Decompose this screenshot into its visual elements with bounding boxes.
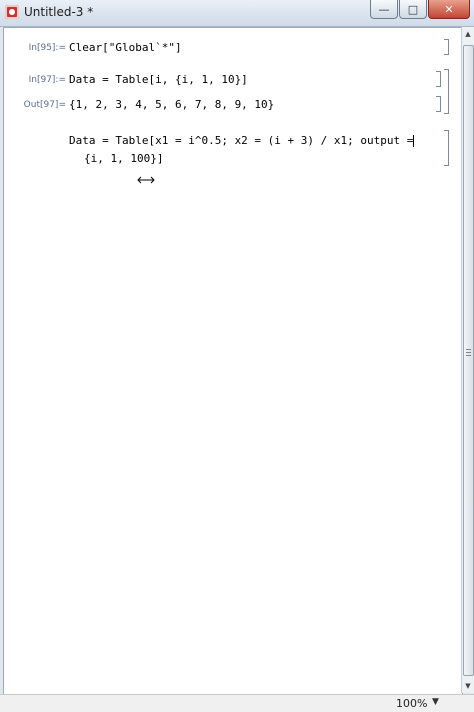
grip-icon	[466, 352, 471, 353]
input-label-95: In[95]:=	[28, 43, 66, 53]
output-cell-bracket[interactable]	[436, 96, 441, 112]
grip-icon	[466, 355, 471, 356]
input-label-97: In[97]:=	[28, 75, 66, 85]
input-cell-clear[interactable]: Clear["Global`*"]	[69, 41, 182, 54]
group-bracket[interactable]	[444, 69, 449, 114]
editing-cell-line-2[interactable]: {i, 1, 100}]	[84, 152, 163, 165]
notebook-area[interactable]: In[95]:= Clear["Global`*"] In[97]:= Data…	[3, 27, 463, 695]
minimize-button[interactable]: —	[370, 0, 398, 19]
input-cell-bracket[interactable]	[436, 71, 441, 87]
editing-cell-line-1[interactable]: Data = Table[x1 = i^0.5; x2 = (i + 3) / …	[69, 134, 415, 147]
vertical-scrollbar[interactable]: ▲ ▼	[461, 27, 474, 693]
output-label-97: Out[97]=	[23, 100, 66, 110]
output-cell[interactable]: {1, 2, 3, 4, 5, 6, 7, 8, 9, 10}	[69, 98, 274, 111]
scroll-up-arrow-icon[interactable]: ▲	[462, 27, 474, 41]
scroll-down-arrow-icon[interactable]: ▼	[462, 679, 474, 693]
close-button[interactable]: ✕	[428, 0, 470, 19]
title-bar[interactable]: Untitled-3 * — □ ✕	[0, 0, 474, 27]
editing-cell-code: Data = Table[x1 = i^0.5; x2 = (i + 3) / …	[69, 134, 414, 147]
maximize-button[interactable]: □	[399, 0, 427, 19]
zoom-dropdown-arrow-icon[interactable]: ▼	[432, 697, 439, 707]
input-cell-table[interactable]: Data = Table[i, {i, 1, 10}]	[69, 73, 248, 86]
text-cursor	[413, 135, 415, 147]
mathematica-app-icon[interactable]	[5, 5, 19, 19]
zoom-level[interactable]: 100%	[396, 697, 427, 710]
horizontal-resize-cursor-icon	[137, 176, 155, 184]
cell-bracket[interactable]	[444, 39, 449, 55]
grip-icon	[466, 349, 471, 350]
scrollbar-thumb[interactable]	[463, 45, 474, 676]
window-title: Untitled-3 *	[24, 5, 94, 19]
status-bar: 100% ▼	[0, 694, 474, 712]
editing-cell-bracket[interactable]	[444, 130, 449, 166]
